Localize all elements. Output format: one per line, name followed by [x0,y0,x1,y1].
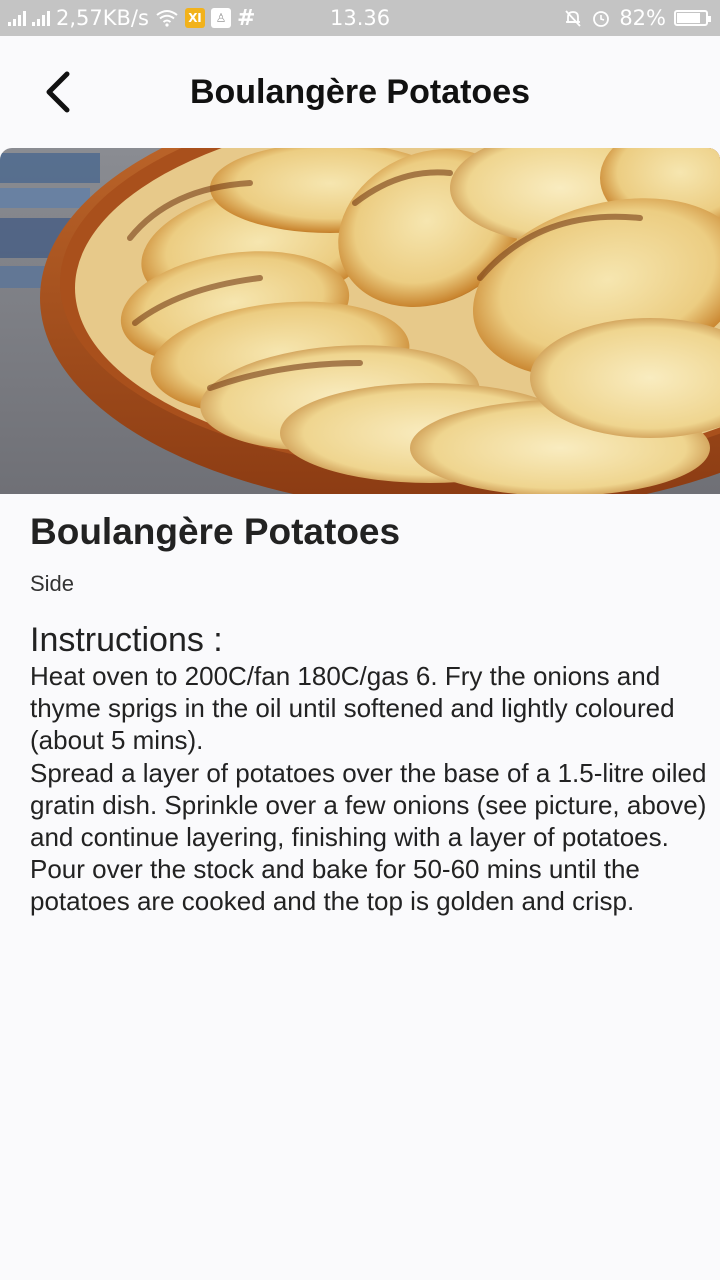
wifi-icon [156,10,178,27]
instructions-text: Heat oven to 200C/fan 180C/gas 6. Fry th… [30,661,707,917]
hashtag-icon: # [236,5,256,31]
notification-app-icon: Ⅺ [184,8,205,28]
network-speed: 2,57KB/s [56,6,149,30]
app-bar-title: Boulangère Potatoes [189,72,531,111]
alarm-icon [593,11,610,27]
recipe-image [0,148,720,494]
recipe-title: Boulangère Potatoes [30,511,401,552]
potatoes-gratin-photo [0,148,720,494]
app-bar: Boulangère Potatoes [0,36,720,148]
mute-bell-icon [565,10,581,27]
status-left-group: 2,57KB/s Ⅺ ♙ # [8,0,255,36]
status-bar: 2,57KB/s Ⅺ ♙ # 13.36 82% [0,0,720,36]
status-right-group: 82% [563,0,711,36]
signal-strength-icon [8,10,26,26]
status-time: 13.36 [330,6,391,30]
recipe-content: Boulangère Potatoes Side Instructions : … [30,506,710,918]
battery-icon [674,10,711,26]
recipe-category: Side [30,571,75,596]
notification-person-icon: ♙ [210,8,231,28]
signal-strength-2-icon [32,10,50,26]
battery-percent: 82% [619,6,666,30]
battery-fill [677,13,700,23]
instructions-heading: Instructions : [30,621,223,659]
